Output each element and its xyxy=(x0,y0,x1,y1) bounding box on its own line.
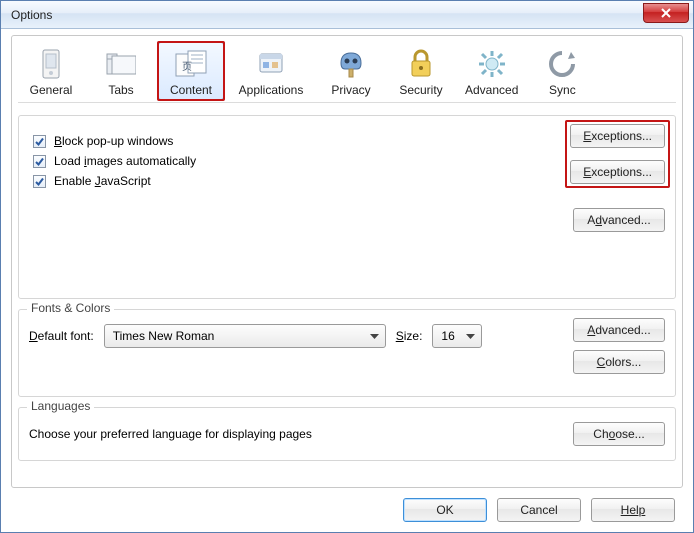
js-advanced-button[interactable]: Advanced... xyxy=(573,208,665,232)
options-window: Options General Tabs xyxy=(0,0,694,533)
exceptions-buttons-highlight: Exceptions... Exceptions... xyxy=(570,124,665,184)
svg-text:页: 页 xyxy=(182,61,192,73)
privacy-icon xyxy=(334,47,368,81)
tab-label: Security xyxy=(399,83,442,97)
cancel-button[interactable]: Cancel xyxy=(497,498,581,522)
tab-content[interactable]: 页 Content xyxy=(158,42,224,100)
tab-label: General xyxy=(30,83,73,97)
outer-panel: General Tabs 页 xyxy=(11,35,683,488)
image-exceptions-button[interactable]: Exceptions... xyxy=(570,160,665,184)
tab-label: Content xyxy=(170,83,212,97)
advanced-icon xyxy=(475,47,509,81)
default-font-select[interactable]: Times New Roman xyxy=(104,324,386,348)
font-size-label: Size: xyxy=(396,329,423,343)
fonts-advanced-button[interactable]: Advanced... xyxy=(573,318,665,342)
tab-sync[interactable]: Sync xyxy=(529,42,595,100)
fonts-colors-legend: Fonts & Colors xyxy=(27,301,114,315)
titlebar[interactable]: Options xyxy=(1,1,693,29)
choose-language-button[interactable]: Choose... xyxy=(573,422,665,446)
window-title: Options xyxy=(11,8,52,22)
enable-js-checkbox[interactable] xyxy=(33,175,46,188)
block-popups-label[interactable]: Block pop-up windows xyxy=(54,134,173,148)
dialog-body: General Tabs 页 xyxy=(1,29,693,532)
tab-applications[interactable]: Applications xyxy=(228,42,314,100)
load-images-checkbox[interactable] xyxy=(33,155,46,168)
ok-button[interactable]: OK xyxy=(403,498,487,522)
load-images-label[interactable]: Load images automatically xyxy=(54,154,196,168)
colors-button[interactable]: Colors... xyxy=(573,350,665,374)
font-size-select[interactable]: 16 xyxy=(432,324,482,348)
languages-desc: Choose your preferred language for displ… xyxy=(29,427,312,441)
fonts-right-buttons: Advanced... Colors... xyxy=(573,318,665,374)
languages-group: Languages Choose your preferred language… xyxy=(18,407,676,461)
fonts-colors-group: Fonts & Colors Default font: Times New R… xyxy=(18,309,676,397)
tab-security[interactable]: Security xyxy=(388,42,454,100)
tab-privacy[interactable]: Privacy xyxy=(318,42,384,100)
languages-legend: Languages xyxy=(27,399,94,413)
check-icon xyxy=(34,156,45,167)
check-icon xyxy=(34,136,45,147)
enable-js-label[interactable]: Enable JavaScript xyxy=(54,174,151,188)
security-icon xyxy=(404,47,438,81)
applications-icon xyxy=(254,47,288,81)
general-icon xyxy=(34,47,68,81)
default-font-row: Default font: Times New Roman Size: 16 xyxy=(29,324,665,348)
tab-label: Advanced xyxy=(465,83,518,97)
default-font-value: Times New Roman xyxy=(113,329,215,343)
block-popups-checkbox[interactable] xyxy=(33,135,46,148)
close-icon xyxy=(661,8,671,18)
chevron-down-icon xyxy=(362,329,379,343)
dialog-buttons: OK Cancel Help xyxy=(11,488,683,522)
tab-tabs[interactable]: Tabs xyxy=(88,42,154,100)
category-toolbar: General Tabs 页 xyxy=(18,40,676,103)
tab-label: Privacy xyxy=(331,83,370,97)
tab-label: Applications xyxy=(239,83,304,97)
check-icon xyxy=(34,176,45,187)
tab-general[interactable]: General xyxy=(18,42,84,100)
content-icon: 页 xyxy=(174,47,208,81)
help-button[interactable]: Help xyxy=(591,498,675,522)
content-options-group: Block pop-up windows Load images automat… xyxy=(18,115,676,299)
tab-label: Sync xyxy=(549,83,576,97)
close-button[interactable] xyxy=(643,3,689,23)
chevron-down-icon xyxy=(458,329,475,343)
popup-exceptions-button[interactable]: Exceptions... xyxy=(570,124,665,148)
font-size-value: 16 xyxy=(441,329,454,343)
tab-label: Tabs xyxy=(108,83,133,97)
default-font-label: Default font: xyxy=(29,329,94,343)
tab-advanced[interactable]: Advanced xyxy=(458,42,525,100)
sync-icon xyxy=(545,47,579,81)
tabs-icon xyxy=(104,47,138,81)
